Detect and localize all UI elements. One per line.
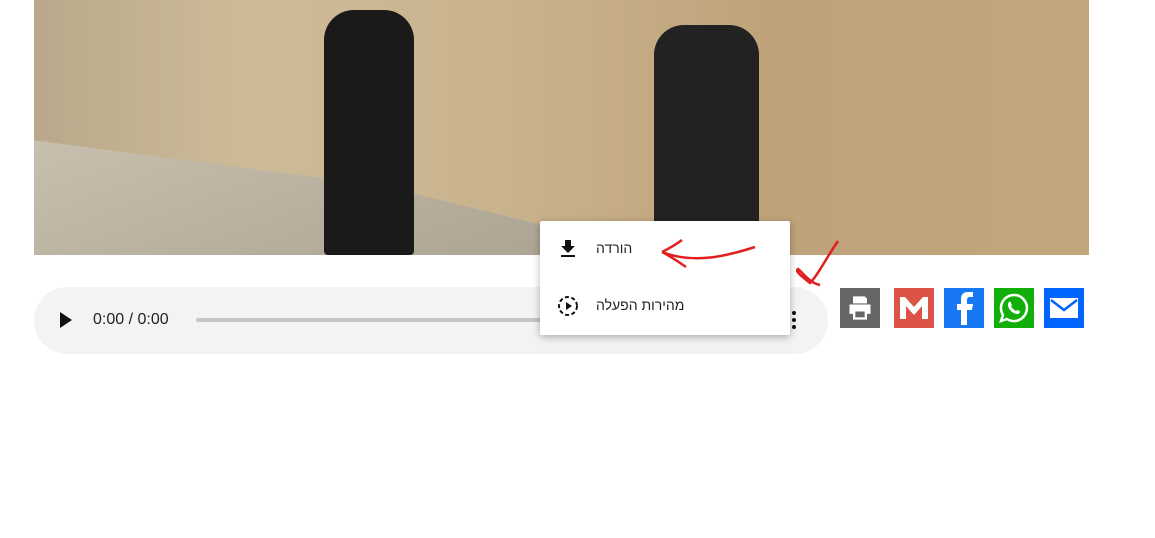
facebook-share-button[interactable]: [944, 288, 984, 328]
gmail-icon: [900, 297, 928, 319]
more-options-button[interactable]: [791, 311, 797, 331]
red-annotation-arrows: [661, 238, 840, 287]
article-photo: [34, 0, 1089, 255]
progress-slider[interactable]: [196, 318, 556, 322]
facebook-icon: [957, 292, 973, 325]
email-icon: [1050, 298, 1078, 318]
time-display: 0:00 / 0:00: [93, 311, 169, 328]
print-icon: [849, 296, 871, 320]
download-icon: [561, 240, 575, 257]
whatsapp-icon: [999, 293, 1029, 323]
playback-speed-icon: [558, 296, 578, 316]
email-share-button[interactable]: [1044, 288, 1084, 328]
play-button[interactable]: [60, 312, 72, 328]
menu-item-label: הורדה: [596, 240, 633, 256]
menu-item-label: מהירות הפעלה: [596, 297, 685, 313]
whatsapp-share-button[interactable]: [994, 288, 1034, 328]
print-button[interactable]: [840, 288, 880, 328]
gmail-share-button[interactable]: [894, 288, 934, 328]
